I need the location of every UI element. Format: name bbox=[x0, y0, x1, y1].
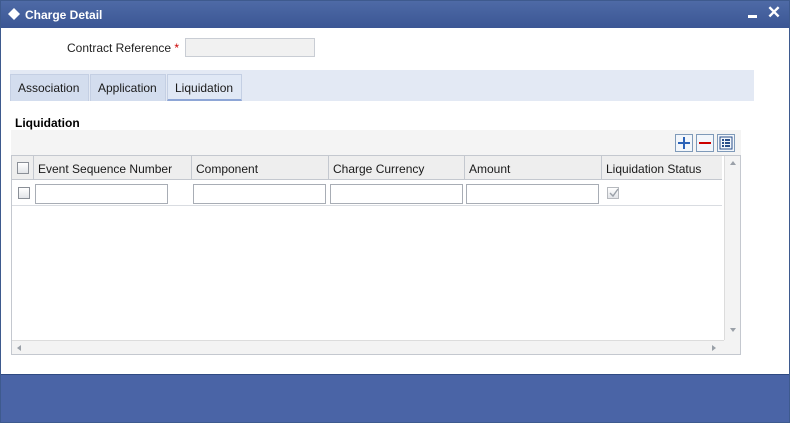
close-icon: ✕ bbox=[766, 3, 782, 22]
contract-reference-label: Contract Reference * bbox=[67, 41, 179, 55]
column-header[interactable]: Amount bbox=[465, 156, 602, 180]
amount-input[interactable] bbox=[466, 184, 599, 204]
close-button[interactable]: ✕ bbox=[765, 4, 783, 22]
tab-liquidation[interactable]: Liquidation bbox=[167, 74, 242, 101]
column-header[interactable]: Event Sequence Number bbox=[34, 156, 192, 180]
tab-association[interactable]: Association bbox=[10, 74, 89, 101]
scroll-corner bbox=[724, 340, 740, 354]
grid-header: Event Sequence Number Component Charge C… bbox=[12, 156, 722, 180]
select-all-checkbox[interactable] bbox=[17, 162, 29, 174]
liquidation-grid: Event Sequence Number Component Charge C… bbox=[11, 155, 741, 355]
charge-currency-input[interactable] bbox=[330, 184, 463, 204]
contract-reference-label-text: Contract Reference bbox=[67, 41, 172, 55]
window-title: Charge Detail bbox=[25, 8, 103, 22]
tab-application[interactable]: Application bbox=[90, 74, 166, 101]
charge-detail-window: Charge Detail ✕ Contract Reference * Ass… bbox=[0, 0, 790, 423]
liquidation-status-checkbox bbox=[607, 187, 619, 199]
footer-bar bbox=[1, 374, 789, 422]
scroll-down-icon[interactable] bbox=[730, 328, 736, 332]
select-all-cell bbox=[12, 156, 34, 180]
required-marker: * bbox=[174, 41, 180, 55]
plus-icon bbox=[678, 137, 690, 149]
minus-icon bbox=[699, 142, 711, 144]
column-header[interactable]: Component bbox=[192, 156, 329, 180]
single-view-button[interactable] bbox=[717, 134, 735, 152]
section-title: Liquidation bbox=[15, 116, 80, 130]
scroll-left-icon[interactable] bbox=[17, 345, 21, 351]
list-view-icon bbox=[719, 136, 733, 150]
tab-strip: Association Application Liquidation bbox=[10, 70, 754, 101]
horizontal-scrollbar[interactable] bbox=[12, 340, 724, 354]
component-input[interactable] bbox=[193, 184, 326, 204]
checkmark-icon bbox=[609, 188, 619, 198]
title-bar[interactable]: Charge Detail ✕ bbox=[1, 1, 789, 28]
event-sequence-number-input[interactable] bbox=[35, 184, 168, 204]
delete-row-button[interactable] bbox=[696, 134, 714, 152]
minimize-button[interactable] bbox=[743, 4, 761, 22]
contract-reference-input[interactable] bbox=[185, 38, 315, 57]
table-row bbox=[12, 181, 722, 206]
diamond-icon bbox=[8, 8, 20, 20]
column-header[interactable]: Charge Currency bbox=[329, 156, 465, 180]
grid-toolbar bbox=[11, 130, 741, 155]
add-row-button[interactable] bbox=[675, 134, 693, 152]
row-select-checkbox[interactable] bbox=[18, 187, 30, 199]
column-header[interactable]: Liquidation Status bbox=[602, 156, 722, 180]
scroll-right-icon[interactable] bbox=[712, 345, 716, 351]
scroll-up-icon[interactable] bbox=[730, 161, 736, 165]
minimize-icon bbox=[747, 15, 757, 18]
vertical-scrollbar[interactable] bbox=[724, 156, 740, 340]
